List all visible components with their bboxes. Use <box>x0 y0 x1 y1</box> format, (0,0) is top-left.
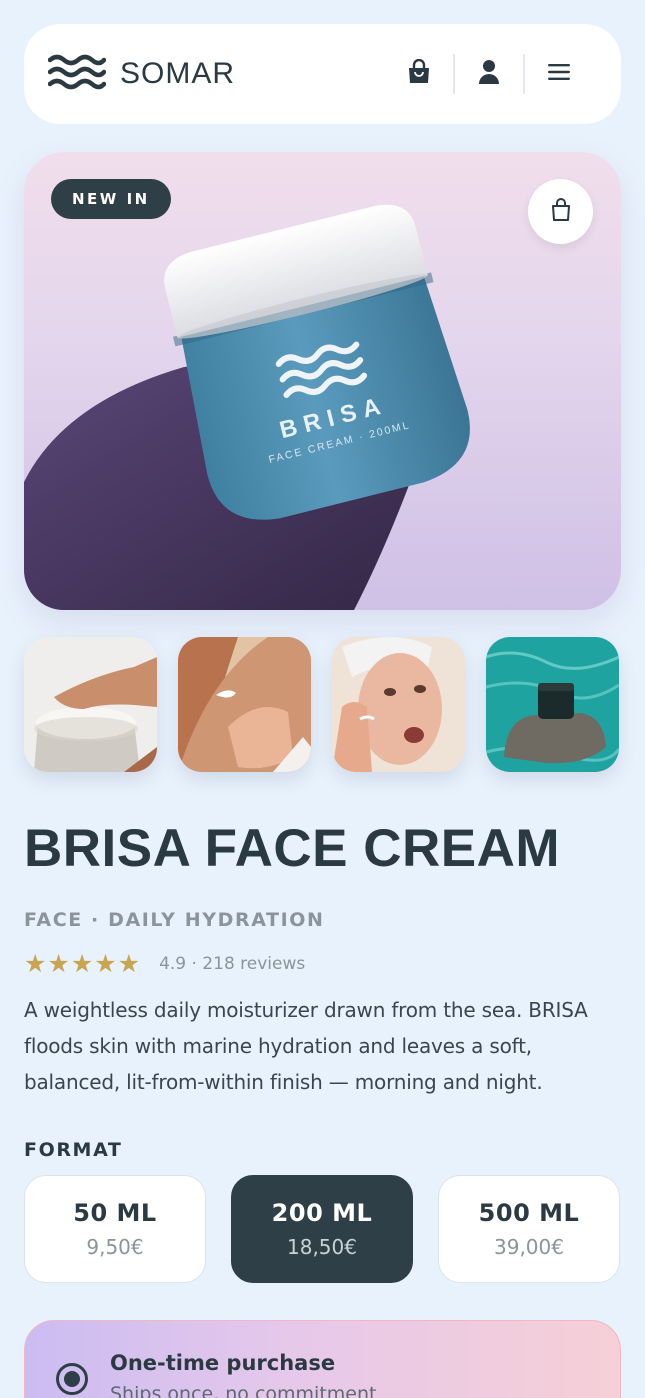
cart-button[interactable] <box>385 44 453 104</box>
thumbnail-arm-application[interactable] <box>178 637 311 772</box>
purchase-option-subtitle: Ships once, no commitment <box>110 1383 377 1398</box>
product-thumbnails <box>24 637 621 772</box>
reviews-count: 4.9 · 218 reviews <box>159 953 306 974</box>
add-to-cart-button[interactable] <box>528 179 593 244</box>
menu-icon <box>548 63 570 85</box>
shopping-bag-icon <box>407 58 431 89</box>
purchase-option-title: One-time purchase <box>110 1351 336 1375</box>
format-label: FORMAT <box>24 1139 123 1161</box>
star-rating-icon: ★★★★★ <box>24 949 142 978</box>
format-option-50ml[interactable]: 50 ML 9,50€ <box>24 1175 206 1283</box>
purchase-option-one-time[interactable]: One-time purchase Ships once, no commitm… <box>24 1320 621 1398</box>
user-icon <box>478 59 500 89</box>
format-size: 200 ML <box>271 1199 373 1227</box>
product-hero-image[interactable]: BRISA FACE CREAM · 200ML NEW IN <box>24 152 621 610</box>
format-option-200ml[interactable]: 200 ML 18,50€ <box>231 1175 413 1283</box>
shopping-bag-icon <box>551 197 571 226</box>
menu-button[interactable] <box>525 44 593 104</box>
thumbnail-face-application[interactable] <box>332 637 465 772</box>
format-size: 50 ML <box>73 1199 157 1227</box>
brand-name: SOMAR <box>120 57 236 90</box>
format-price: 9,50€ <box>86 1235 144 1259</box>
format-option-500ml[interactable]: 500 ML 39,00€ <box>438 1175 620 1283</box>
brand-logo[interactable]: SOMAR <box>47 53 236 95</box>
thumbnail-jar-on-rock[interactable] <box>486 637 619 772</box>
product-category: FACE · DAILY HYDRATION <box>24 909 325 931</box>
format-options: 50 ML 9,50€ 200 ML 18,50€ 500 ML 39,00€ <box>24 1175 620 1283</box>
account-button[interactable] <box>455 44 523 104</box>
radio-selected-dot <box>64 1371 80 1387</box>
waves-icon <box>47 53 107 95</box>
header-actions <box>385 24 593 124</box>
format-price: 39,00€ <box>494 1235 564 1259</box>
thumbnail-cream-jar[interactable] <box>24 637 157 772</box>
product-title: BRISA FACE CREAM <box>24 819 561 878</box>
site-header: SOMAR <box>24 24 621 124</box>
format-price: 18,50€ <box>287 1235 357 1259</box>
product-description: A weightless daily moisturizer drawn fro… <box>24 998 588 1094</box>
format-size: 500 ML <box>478 1199 580 1227</box>
product-rating[interactable]: ★★★★★ 4.9 · 218 reviews <box>24 949 305 978</box>
new-in-badge: NEW IN <box>51 179 171 219</box>
purchase-radio[interactable] <box>56 1363 88 1395</box>
